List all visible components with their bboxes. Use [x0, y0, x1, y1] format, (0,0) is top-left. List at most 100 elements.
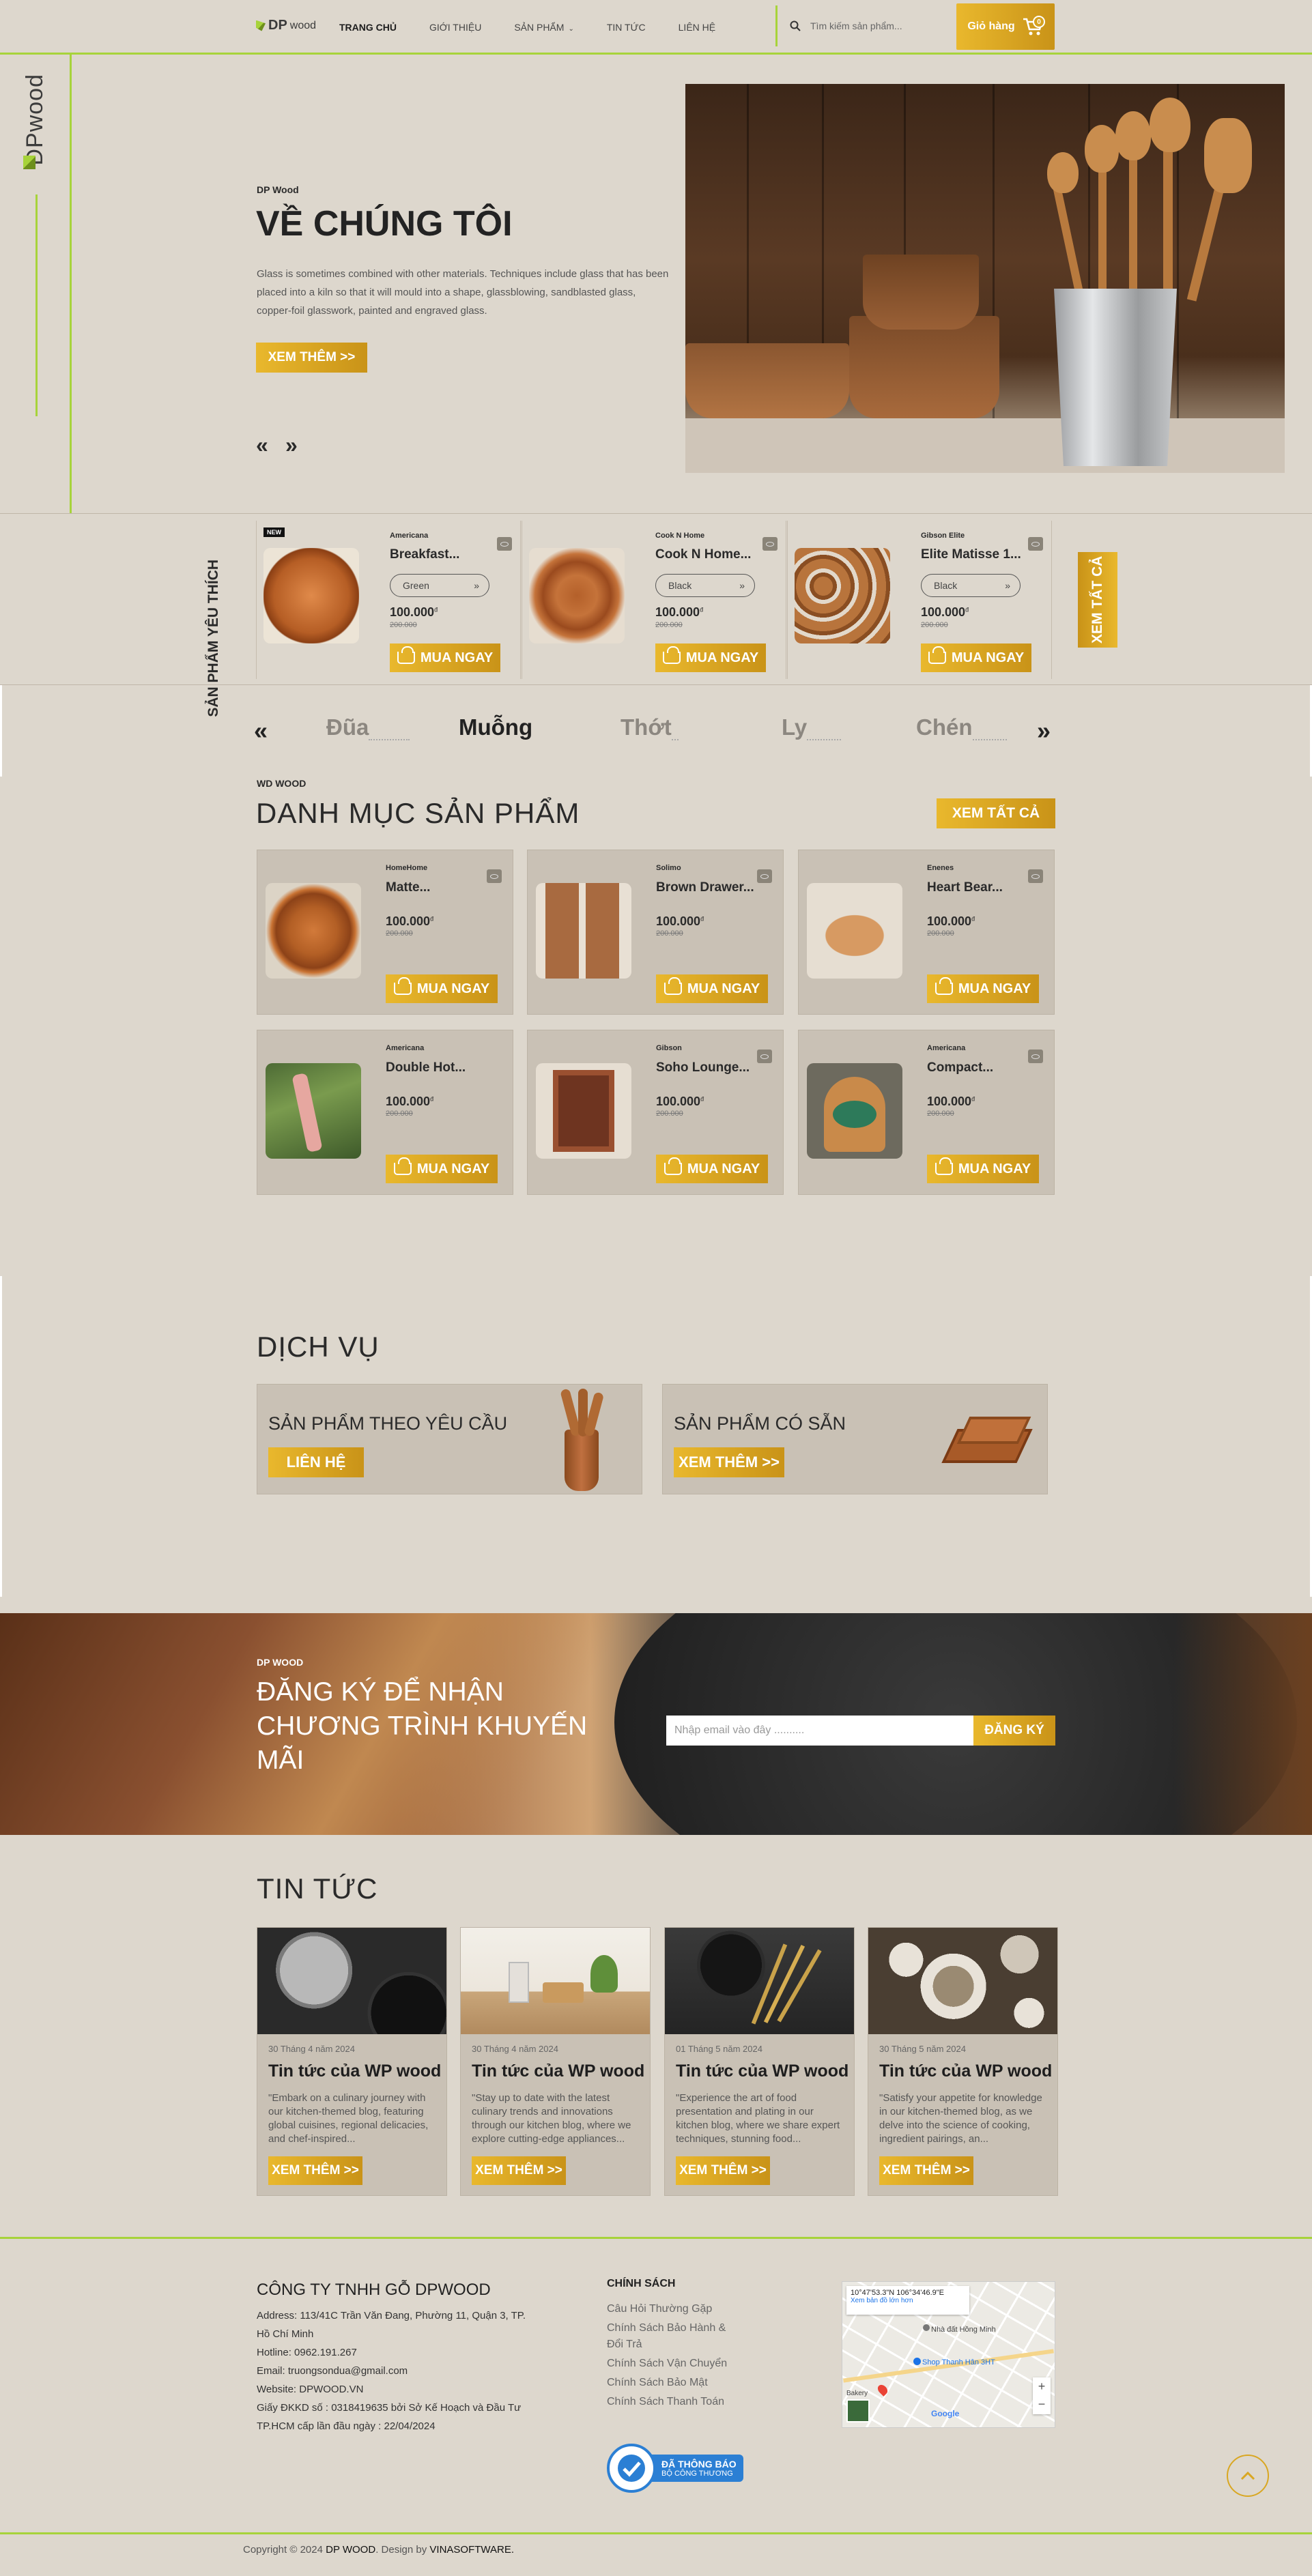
product-card[interactable]: HomeHome Matte... 100.000đ 200.000 MUA N…	[257, 850, 513, 1015]
tabs-prev-arrow-icon[interactable]: «	[254, 717, 268, 745]
product-card[interactable]: Gibson Soho Lounge... 100.000đ 200.000 M…	[527, 1030, 784, 1195]
policy-link[interactable]: Chính Sách Thanh Toán	[607, 2392, 727, 2412]
map-zoom-controls[interactable]: + −	[1033, 2377, 1051, 2414]
buy-now-button[interactable]: MUA NGAY	[656, 1155, 768, 1183]
product-image[interactable]	[807, 1063, 902, 1159]
buy-now-button[interactable]: MUA NGAY	[656, 974, 768, 1003]
product-name[interactable]: Cook N Home...	[655, 547, 751, 562]
designer-link[interactable]: VINASOFTWARE.	[429, 2544, 514, 2556]
product-image[interactable]	[529, 548, 625, 643]
product-image[interactable]	[795, 548, 890, 643]
post-image[interactable]	[257, 1928, 446, 2034]
quick-view-eye-icon[interactable]	[757, 869, 772, 883]
fav-card[interactable]: Gibson Elite Elite Matisse 1... Black » 1…	[787, 521, 1052, 679]
service-card[interactable]: SẢN PHẨM CÓ SẴN XEM THÊM >>	[662, 1384, 1048, 1494]
tab-muong[interactable]: Muỗng	[459, 714, 532, 740]
buy-now-button[interactable]: MUA NGAY	[390, 643, 500, 672]
product-name[interactable]: Heart Bear...	[927, 880, 1003, 895]
product-card[interactable]: Solimo Brown Drawer... 100.000đ 200.000 …	[527, 850, 784, 1015]
quick-view-eye-icon[interactable]	[1028, 1050, 1043, 1063]
post-image[interactable]	[665, 1928, 854, 2034]
see-more-button[interactable]: XEM THÊM >>	[674, 1447, 784, 1477]
product-name[interactable]: Matte...	[386, 880, 430, 895]
variant-select[interactable]: Black »	[921, 574, 1021, 597]
buy-now-button[interactable]: MUA NGAY	[386, 974, 498, 1003]
nav-home[interactable]: TRANG CHỦ	[339, 22, 397, 33]
read-more-button[interactable]: XEM THÊM >>	[879, 2156, 973, 2185]
hotline[interactable]: Hotline: 0962.191.267	[257, 2343, 537, 2362]
post-image[interactable]	[868, 1928, 1057, 2034]
product-name[interactable]: Brown Drawer...	[656, 880, 754, 895]
nav-products[interactable]: SẢN PHẨM ⌄	[514, 22, 574, 33]
read-more-button[interactable]: XEM THÊM >>	[676, 2156, 770, 2185]
hero-more-button[interactable]: XEM THÊM >>	[256, 343, 367, 373]
post-title[interactable]: Tin tức của WP wood	[879, 2061, 1052, 2081]
contact-button[interactable]: LIÊN HỆ	[268, 1447, 364, 1477]
policy-link[interactable]: Câu Hỏi Thường Gặp	[607, 2300, 727, 2319]
blog-post[interactable]: 01 Tháng 5 năm 2024 Tin tức của WP wood …	[664, 1927, 855, 2196]
product-image[interactable]	[266, 883, 361, 979]
quick-view-eye-icon[interactable]	[1028, 869, 1043, 883]
product-name[interactable]: Soho Lounge...	[656, 1060, 750, 1075]
zoom-in-icon[interactable]: +	[1033, 2377, 1051, 2395]
favorites-see-all-button[interactable]: XEM TẤT CẢ	[1078, 552, 1117, 648]
tabs-next-arrow-icon[interactable]: »	[1037, 717, 1051, 745]
buy-now-button[interactable]: MUA NGAY	[386, 1155, 498, 1183]
service-card[interactable]: SẢN PHẨM THEO YÊU CẦU LIÊN HỆ	[257, 1384, 642, 1494]
product-card[interactable]: Americana Double Hot... 100.000đ 200.000…	[257, 1030, 513, 1195]
website[interactable]: Website: DPWOOD.VN	[257, 2380, 537, 2399]
quick-view-eye-icon[interactable]	[757, 1050, 772, 1063]
search-input[interactable]: Tìm kiếm sản phẩm...	[810, 20, 902, 31]
quick-view-eye-icon[interactable]	[487, 869, 502, 883]
tab-ly[interactable]: Ly	[782, 714, 842, 740]
product-name[interactable]: Double Hot...	[386, 1060, 466, 1075]
fav-card[interactable]: NEW Americana Breakfast... Green » 100.00…	[256, 521, 521, 679]
product-image[interactable]	[266, 1063, 361, 1159]
nav-about[interactable]: GIỚI THIỆU	[429, 22, 481, 33]
email[interactable]: Email: truongsondua@gmail.com	[257, 2362, 537, 2380]
tab-dua[interactable]: Đũa	[326, 714, 410, 740]
read-more-button[interactable]: XEM THÊM >>	[268, 2156, 362, 2185]
quick-view-eye-icon[interactable]	[1028, 537, 1043, 551]
search-box[interactable]: Tìm kiếm sản phẩm...	[775, 5, 953, 46]
quick-view-eye-icon[interactable]	[497, 537, 512, 551]
product-name[interactable]: Elite Matisse 1...	[921, 547, 1021, 562]
policy-link[interactable]: Đổi Trả	[607, 2335, 727, 2354]
buy-now-button[interactable]: MUA NGAY	[927, 974, 1039, 1003]
quick-view-eye-icon[interactable]	[762, 537, 778, 551]
post-title[interactable]: Tin tức của WP wood	[472, 2061, 644, 2081]
product-image[interactable]	[536, 1063, 631, 1159]
product-card[interactable]: Americana Compact... 100.000đ 200.000 MU…	[798, 1030, 1055, 1195]
fav-card[interactable]: Cook N Home Cook N Home... Black » 100.00…	[522, 521, 786, 679]
map-embed[interactable]: 10°47'53.3"N 106°34'46.9"E Xem bản đồ lớ…	[842, 2281, 1055, 2428]
hero-next-arrow-icon[interactable]: »	[285, 433, 298, 458]
buy-now-button[interactable]: MUA NGAY	[927, 1155, 1039, 1183]
copyright-brand[interactable]: DP WOOD	[326, 2544, 375, 2556]
blog-post[interactable]: 30 Tháng 5 năm 2024 Tin tức của WP wood …	[868, 1927, 1058, 2196]
product-image[interactable]	[807, 883, 902, 979]
cart-button[interactable]: Giỏ hàng 0	[956, 3, 1055, 50]
post-title[interactable]: Tin tức của WP wood	[676, 2061, 848, 2081]
post-image[interactable]	[461, 1928, 650, 2034]
variant-select[interactable]: Green »	[390, 574, 489, 597]
read-more-button[interactable]: XEM THÊM >>	[472, 2156, 566, 2185]
ministry-badge[interactable]: ĐÃ THÔNG BÁO BỘ CÔNG THƯƠNG	[607, 2444, 743, 2493]
product-name[interactable]: Compact...	[927, 1060, 993, 1075]
product-card[interactable]: Enenes Heart Bear... 100.000đ 200.000 MU…	[798, 850, 1055, 1015]
satellite-thumbnail[interactable]	[846, 2399, 870, 2422]
product-name[interactable]: Breakfast...	[390, 547, 459, 562]
tab-thot[interactable]: Thớt	[621, 714, 679, 740]
subscribe-button[interactable]: ĐĂNG KÝ	[973, 1716, 1055, 1746]
blog-post[interactable]: 30 Tháng 4 năm 2024 Tin tức của WP wood …	[460, 1927, 651, 2196]
nav-contact[interactable]: LIÊN HỆ	[679, 22, 715, 33]
post-title[interactable]: Tin tức của WP wood	[268, 2061, 441, 2081]
policy-link[interactable]: Chính Sách Bảo Mật	[607, 2373, 727, 2392]
blog-post[interactable]: 30 Tháng 4 năm 2024 Tin tức của WP wood …	[257, 1927, 447, 2196]
variant-select[interactable]: Black »	[655, 574, 755, 597]
hero-prev-arrow-icon[interactable]: «	[256, 433, 268, 458]
tab-chen[interactable]: Chén	[916, 714, 1007, 740]
nav-news[interactable]: TIN TỨC	[607, 22, 646, 33]
email-input[interactable]: Nhập email vào đây ..........	[666, 1716, 973, 1746]
product-image[interactable]	[536, 883, 631, 979]
scroll-to-top-button[interactable]	[1227, 2455, 1269, 2497]
